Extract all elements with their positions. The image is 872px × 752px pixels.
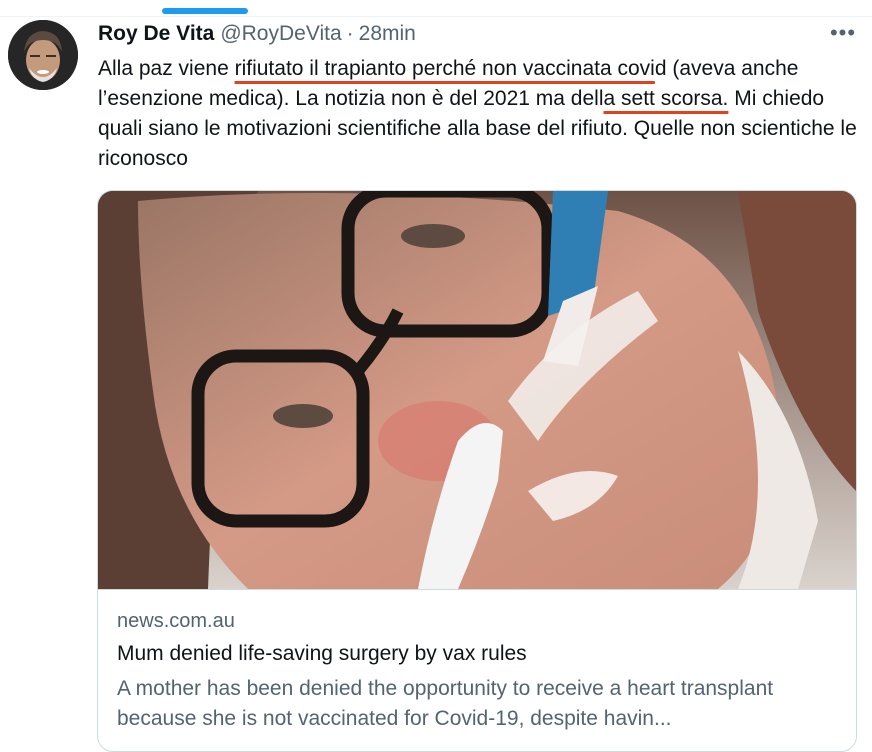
timestamp[interactable]: 28min <box>359 22 416 46</box>
underlined-text: a sett scorsa. <box>603 87 729 110</box>
card-domain: news.com.au <box>117 610 235 632</box>
tweet-text: Alla paz viene rifiutato il trapianto pe… <box>98 54 858 174</box>
card-image[interactable] <box>98 191 856 589</box>
separator-dot: · <box>346 22 354 45</box>
ellipsis-icon: ••• <box>829 20 857 45</box>
card-description: A mother has been denied the opportunity… <box>117 677 774 730</box>
divider <box>0 16 872 17</box>
tweet-text-part: Alla paz viene <box>98 57 235 80</box>
tweet-header: Roy De Vita @RoyDeVita · 28min <box>98 20 416 48</box>
link-card[interactable]: news.com.au Mum denied life-saving surge… <box>97 190 857 752</box>
more-options-button[interactable]: ••• <box>828 20 858 46</box>
author-name[interactable]: Roy De Vita <box>98 22 214 46</box>
tab-indicator <box>162 8 248 14</box>
underlined-text: rifiutato il trapianto perché non vaccin… <box>234 57 655 80</box>
avatar[interactable] <box>8 20 78 90</box>
card-meta: news.com.au Mum denied life-saving surge… <box>98 589 856 751</box>
author-handle[interactable]: @RoyDeVita <box>220 22 341 46</box>
card-title[interactable]: Mum denied life-saving surgery by vax ru… <box>117 642 527 666</box>
